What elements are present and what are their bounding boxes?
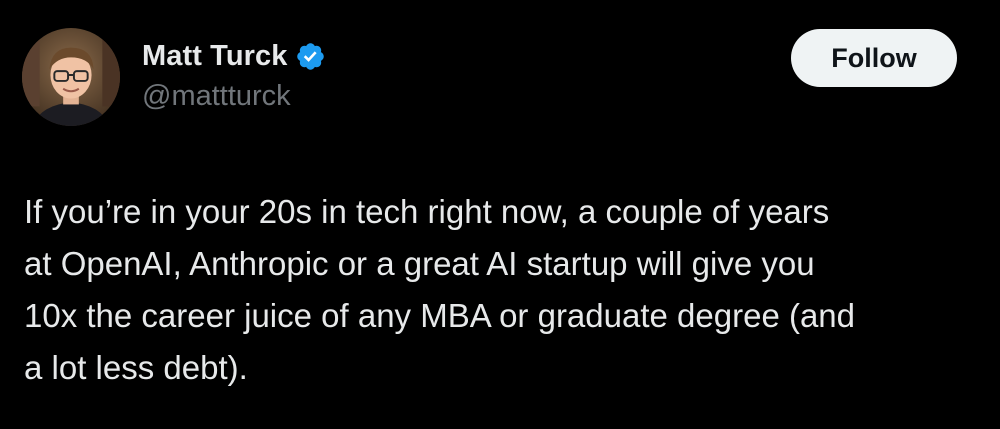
tweet-text-line: 10x the career juice of any MBA or gradu… (24, 297, 856, 334)
tweet-text-line: at OpenAI, Anthropic or a great AI start… (24, 245, 815, 282)
author-handle[interactable]: @mattturck (142, 80, 291, 113)
tweet-text-line: If you’re in your 20s in tech right now,… (24, 193, 830, 230)
tweet-text: If you’re in your 20s in tech right now,… (24, 186, 984, 394)
tweet-text-line: a lot less debt). (24, 349, 248, 386)
author-display-name[interactable]: Matt Turck (142, 40, 287, 73)
avatar[interactable] (22, 28, 120, 126)
follow-button[interactable]: Follow (791, 29, 957, 87)
author-name-row: Matt Turck (142, 36, 326, 76)
avatar-image (22, 28, 120, 126)
tweet-card: Matt Turck @mattturck Follow If you’re i… (0, 0, 1000, 429)
verified-badge-icon[interactable] (295, 41, 326, 72)
